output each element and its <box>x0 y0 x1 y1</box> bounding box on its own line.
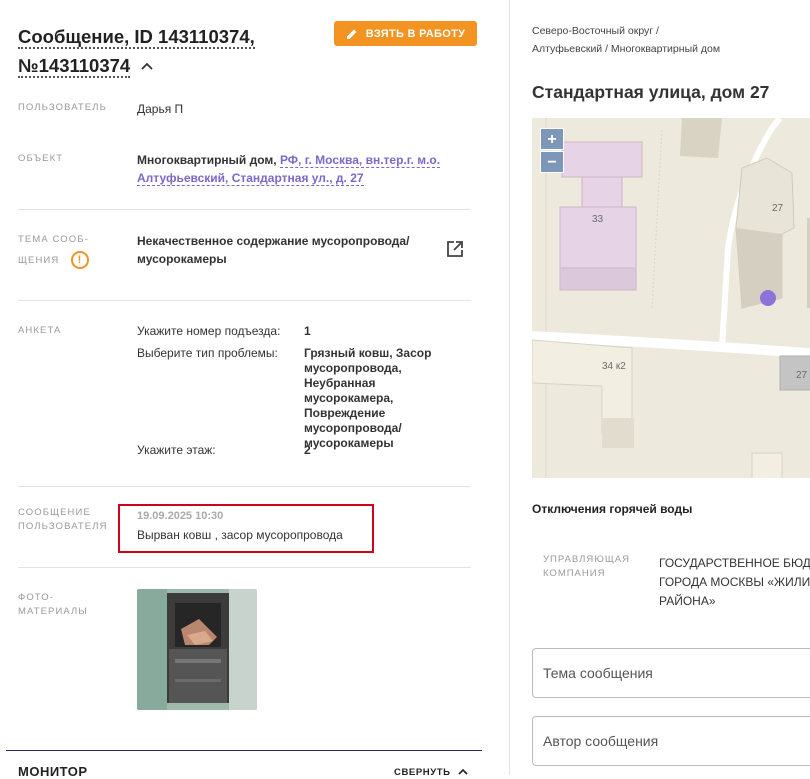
title-line-1: Сообщение, ID 143110374, <box>18 26 255 49</box>
user-value: Дарья П <box>137 102 184 116</box>
title-line-2: №143110374 <box>18 55 131 78</box>
warning-icon: ! <box>71 251 90 270</box>
object-address-link-2[interactable]: Алтуфьевский, Стандартная ул., д. 27 <box>137 171 364 186</box>
photo-thumbnail[interactable] <box>137 589 257 710</box>
divider <box>18 567 471 568</box>
collapse-button[interactable]: СВЕРНУТЬ <box>394 767 468 778</box>
photo-label-1: ФОТО- <box>18 592 55 603</box>
object-panel: Северо-Восточный округ / Алтуфьевский / … <box>510 0 810 775</box>
form-label: АНКЕТА <box>18 325 62 336</box>
message-label-1: СООБЩЕНИЕ <box>18 507 91 518</box>
form-answer-line: Грязный ковш, Засор <box>304 346 432 360</box>
open-external-icon[interactable] <box>446 240 464 258</box>
collapse-label: СВЕРНУТЬ <box>394 767 451 778</box>
message-topic-placeholder: Тема сообщения <box>543 665 653 681</box>
mc-label-1: УПРАВЛЯЮЩАЯ <box>543 554 630 565</box>
mc-line: ГОСУДАРСТВЕННОЕ БЮДЖ <box>659 556 810 570</box>
map-label-27b: 27 <box>796 370 808 381</box>
breadcrumb: Северо-Восточный округ / Алтуфьевский / … <box>532 22 802 58</box>
zoom-out-button[interactable]: − <box>540 151 564 173</box>
page-title: Сообщение, ID 143110374, №143110374 <box>18 22 318 80</box>
map-canvas: 33 27 34 к2 27 <box>532 118 810 478</box>
topic-value-1: Некачественное содержание мусоропровода/ <box>137 234 410 248</box>
form-answer-line: Повреждение <box>304 406 386 420</box>
message-label: СООБЩЕНИЕ ПОЛЬЗОВАТЕЛЯ <box>18 506 108 534</box>
management-company-label: УПРАВЛЯЮЩАЯ КОМПАНИЯ <box>543 553 630 581</box>
object-value: Многоквартирный дом, РФ, г. Москва, вн.т… <box>137 151 457 187</box>
chevron-up-icon <box>458 769 468 776</box>
object-type: Многоквартирный дом, <box>137 153 277 167</box>
take-to-work-button[interactable]: ВЗЯТЬ В РАБОТУ <box>334 21 477 46</box>
section-divider <box>6 750 482 751</box>
form-answer-line: мусоропровода, Неубранная <box>304 361 402 390</box>
mc-label-2: КОМПАНИЯ <box>543 568 606 579</box>
mc-line: ГОРОДА МОСКВЫ «ЖИЛИ <box>659 575 810 589</box>
take-to-work-label: ВЗЯТЬ В РАБОТУ <box>365 27 466 40</box>
topic-value: Некачественное содержание мусоропровода/… <box>137 232 437 268</box>
message-author-placeholder: Автор сообщения <box>543 733 659 749</box>
breadcrumb-line-2[interactable]: Алтуфьевский / Многоквартирный дом <box>532 43 720 55</box>
monitor-heading: МОНИТОР <box>18 764 88 779</box>
message-date: 19.09.2025 10:30 <box>137 510 224 522</box>
message-panel: Сообщение, ID 143110374, №143110374 ВЗЯТ… <box>0 0 500 779</box>
form-answer-problem-type: Грязный ковш, Засор мусоропровода, Неубр… <box>304 346 474 451</box>
hot-water-heading: Отключения горячей воды <box>532 502 693 516</box>
chevron-up-icon[interactable] <box>139 59 155 75</box>
form-question-floor: Укажите этаж: <box>137 443 216 457</box>
map-label-33: 33 <box>592 214 604 225</box>
divider <box>18 300 471 301</box>
message-text: Вырван ковш , засор мусоропровода <box>137 528 343 542</box>
message-label-2: ПОЛЬЗОВАТЕЛЯ <box>18 521 108 532</box>
mc-line: РАЙОНА» <box>659 594 716 608</box>
map-label-27: 27 <box>772 203 784 214</box>
object-label: ОБЪЕКТ <box>18 153 64 164</box>
map-label-34k2: 34 к2 <box>602 361 626 372</box>
form-answer-line: мусоропровода/ <box>304 421 402 435</box>
form-question-entrance: Укажите номер подъезда: <box>137 324 281 338</box>
breadcrumb-line-1[interactable]: Северо-Восточный округ / <box>532 25 659 37</box>
pencil-icon <box>346 29 357 39</box>
garbage-chute-photo <box>137 589 257 710</box>
form-answer-floor: 2 <box>304 443 311 457</box>
topic-value-2: мусорокамеры <box>137 252 227 266</box>
map[interactable]: 33 27 34 к2 27 + − <box>532 118 810 478</box>
object-address-link-1[interactable]: РФ, г. Москва, вн.тер.г. м.о. <box>279 153 441 168</box>
address-title: Стандартная улица, дом 27 <box>532 82 770 102</box>
form-answer-entrance: 1 <box>304 324 311 338</box>
message-author-field[interactable]: Автор сообщения <box>532 716 810 766</box>
form-answer-line: мусорокамера, <box>304 391 394 405</box>
photo-label: ФОТО- МАТЕРИАЛЫ <box>18 591 88 619</box>
topic-label-1: ТЕМА СООБ- <box>18 234 89 245</box>
divider <box>18 209 471 210</box>
photo-label-2: МАТЕРИАЛЫ <box>18 606 88 617</box>
divider <box>18 486 471 487</box>
zoom-in-button[interactable]: + <box>540 128 564 150</box>
form-question-problem-type: Выберите тип проблемы: <box>137 346 278 360</box>
topic-label: ТЕМА СООБ- ЩЕНИЯ ! <box>18 229 90 271</box>
management-company-value: ГОСУДАРСТВЕННОЕ БЮДЖ ГОРОДА МОСКВЫ «ЖИЛИ… <box>659 554 810 611</box>
user-label: ПОЛЬЗОВАТЕЛЬ <box>18 102 107 113</box>
topic-label-2: ЩЕНИЯ <box>18 255 60 266</box>
message-topic-field[interactable]: Тема сообщения <box>532 648 810 698</box>
